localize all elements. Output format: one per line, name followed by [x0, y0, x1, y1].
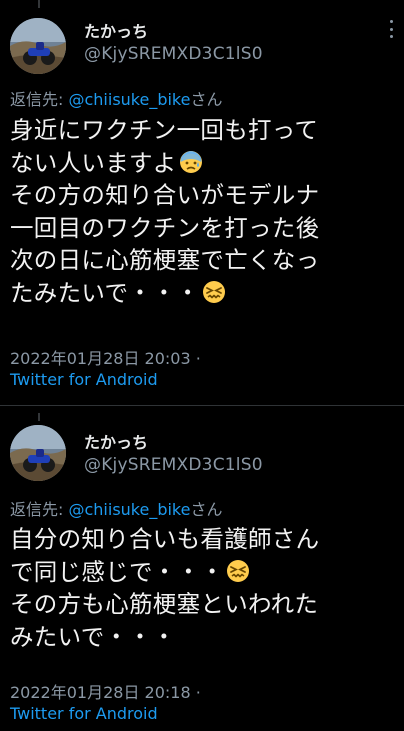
thread-line-top — [38, 0, 40, 8]
tweet-text-line: その方の知り合いがモデルナ — [10, 181, 320, 209]
tweet-2[interactable]: たかっち @KjySREMXD3C1lS0 返信先: @chiisuke_bik… — [0, 405, 404, 731]
tweet-text-line: 身近にワクチン一回も打って — [10, 116, 319, 144]
tweet-text-line: 次の日に心筋梗塞で亡くなっ — [10, 246, 320, 274]
tweet-text-line: たみたいで・・・ — [10, 277, 395, 310]
tweet-text: 自分の知り合いも看護師さん で同じ感じで・・・ その方も心筋梗塞といわれた みた… — [10, 523, 395, 653]
confounded-face-emoji-icon — [227, 559, 250, 582]
avatar[interactable] — [10, 18, 66, 74]
tweet-source-link[interactable]: Twitter for Android — [10, 370, 158, 389]
tweet-text-line: で同じ感じで・・・ — [10, 556, 395, 589]
avatar-image-icon — [10, 18, 66, 74]
sad-sweat-emoji-icon — [179, 150, 202, 173]
reply-mention-link[interactable]: @chiisuke_bike — [68, 90, 190, 109]
tweet-text-line: みたいで・・・ — [10, 622, 176, 651]
tweet-1[interactable]: たかっち @KjySREMXD3C1lS0 返信先: @chiisuke_bik… — [0, 0, 404, 405]
reply-to: 返信先: @chiisuke_bikeさん — [10, 86, 222, 110]
reply-prefix: 返信先: — [10, 500, 69, 519]
avatar-image-icon — [10, 425, 66, 481]
reply-suffix: さん — [190, 500, 223, 519]
tweet-text-line: 一回目のワクチンを打った後 — [10, 213, 320, 242]
display-name[interactable]: たかっち — [84, 429, 148, 453]
reply-prefix: 返信先: — [10, 90, 69, 109]
confounded-face-emoji-icon — [202, 280, 225, 303]
tweet-text-line: その方も心筋梗塞といわれた — [10, 590, 319, 618]
user-handle[interactable]: @KjySREMXD3C1lS0 — [84, 44, 263, 64]
tweet-text-line: ない人いますよ — [10, 147, 395, 180]
reply-mention-link[interactable]: @chiisuke_bike — [68, 500, 190, 519]
avatar[interactable] — [10, 425, 66, 481]
tweet-text: 身近にワクチン一回も打って ない人いますよ その方の知り合いがモデルナ 一回目の… — [10, 114, 395, 309]
user-handle[interactable]: @KjySREMXD3C1lS0 — [84, 455, 263, 475]
reply-to: 返信先: @chiisuke_bikeさん — [10, 496, 222, 520]
display-name[interactable]: たかっち — [84, 18, 148, 42]
thread-line-top — [38, 413, 40, 421]
tweet-timestamp[interactable]: 2022年01月28日 20:18 · — [10, 679, 201, 703]
more-options-icon[interactable] — [388, 20, 394, 38]
tweet-source-link[interactable]: Twitter for Android — [10, 704, 158, 723]
tweet-text-line: 自分の知り合いも看護師さん — [10, 525, 320, 553]
reply-suffix: さん — [190, 90, 223, 109]
tweet-timestamp[interactable]: 2022年01月28日 20:03 · — [10, 345, 201, 369]
